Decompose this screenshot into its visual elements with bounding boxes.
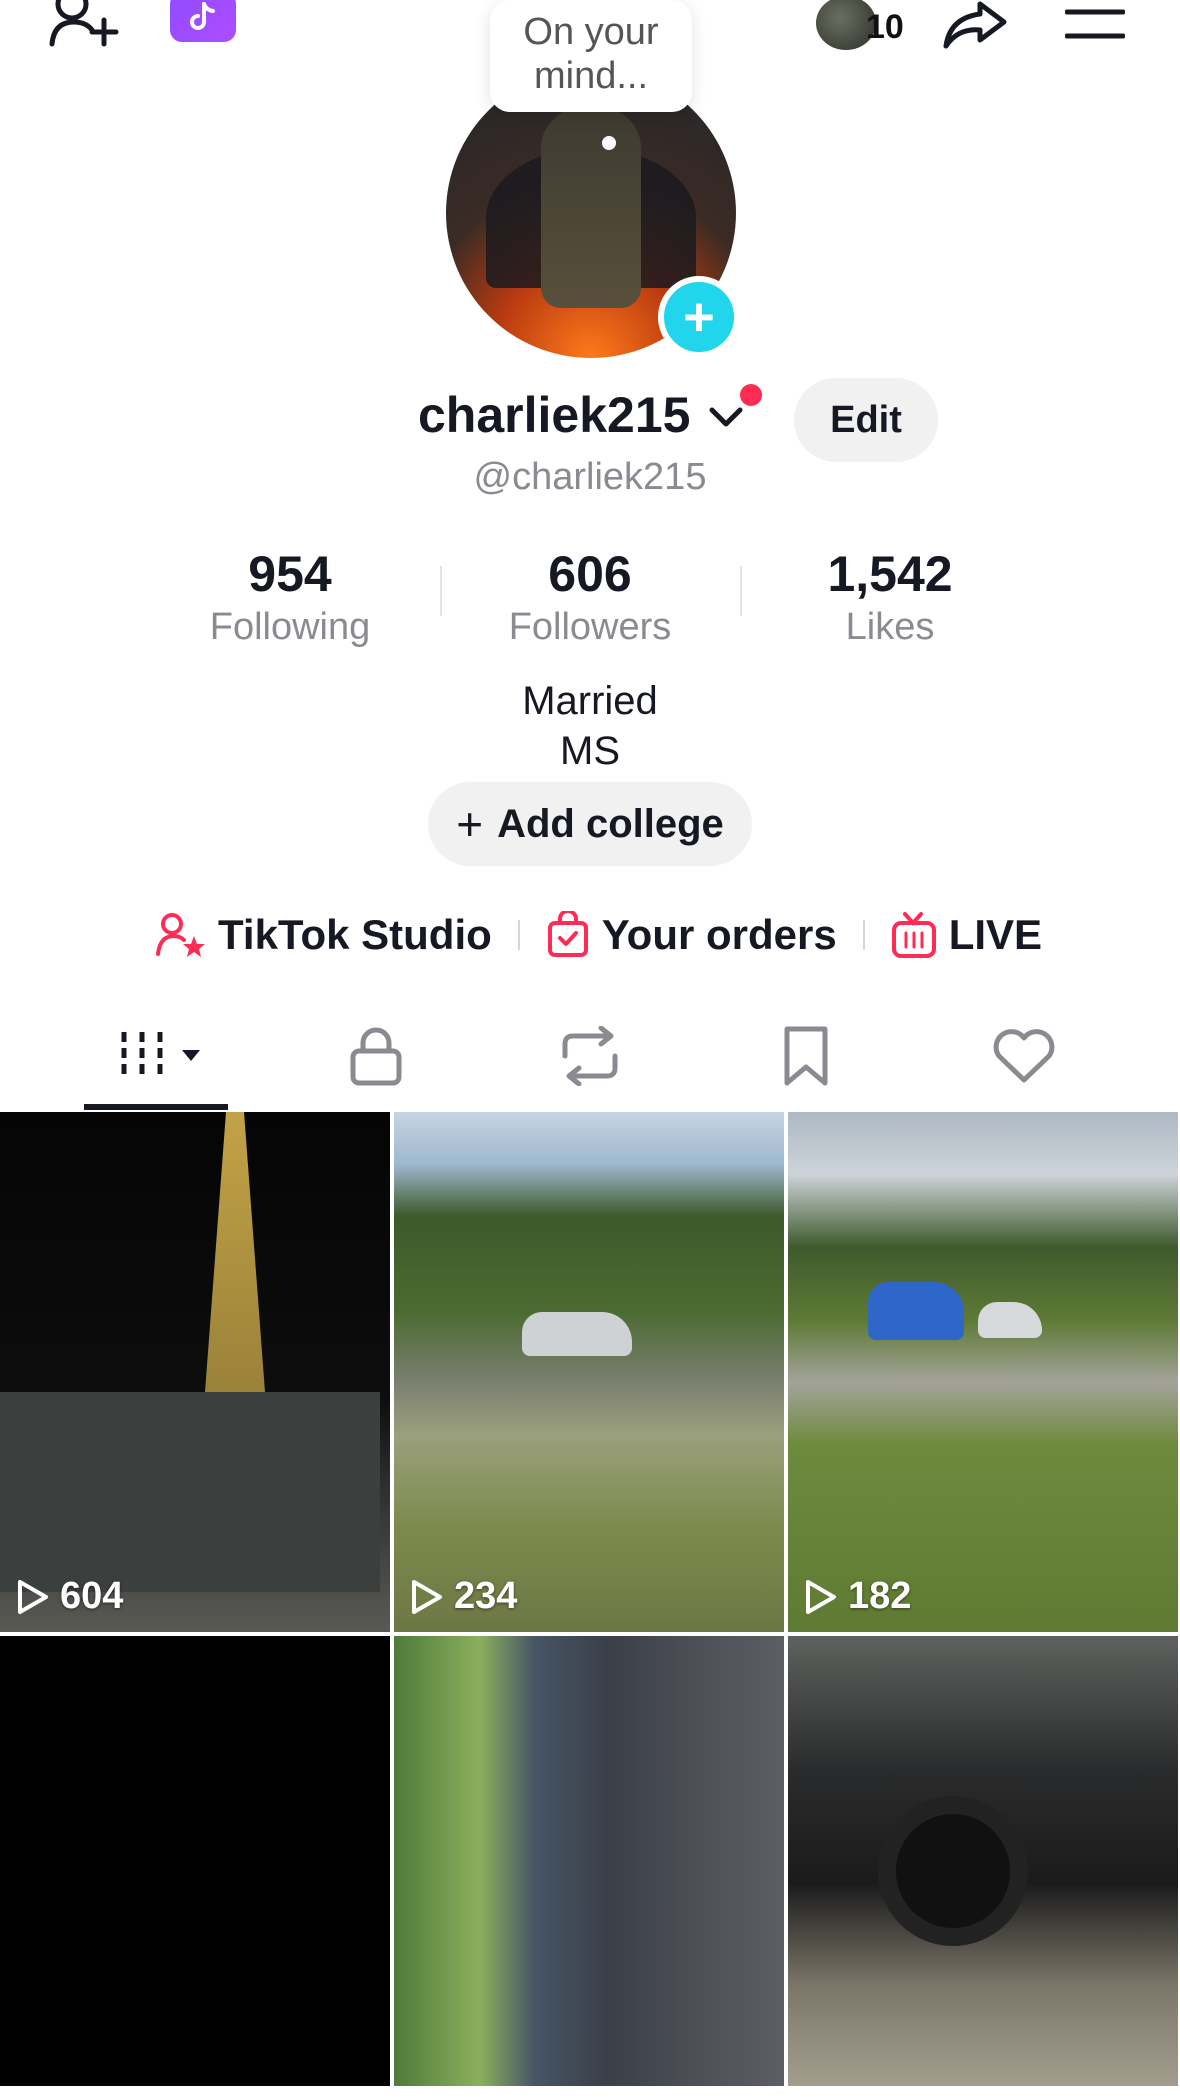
- thought-bubble[interactable]: On your mind...: [490, 0, 692, 112]
- tiktok-studio-link[interactable]: TikTok Studio: [156, 911, 492, 959]
- heart-icon: [993, 1029, 1055, 1083]
- likes-label: Likes: [845, 606, 935, 648]
- add-friend-icon[interactable]: [44, 0, 124, 52]
- stat-followers[interactable]: 606 Followers: [460, 544, 720, 650]
- bio-line-1: Married: [522, 679, 658, 723]
- followers-count: 606: [548, 546, 632, 602]
- add-avatar-plus-icon[interactable]: +: [658, 276, 740, 358]
- tiktok-app-icon[interactable]: [170, 0, 236, 42]
- video-grid-icon: [121, 1032, 200, 1078]
- video-thumbnail[interactable]: 604: [0, 1112, 390, 1632]
- friends-count-badge: 10: [866, 8, 904, 46]
- rig-base-art: [0, 1392, 380, 1592]
- link-divider: [862, 920, 865, 950]
- live-label: LIVE: [948, 911, 1043, 958]
- play-icon: [412, 1579, 442, 1614]
- thought-bubble-line1: On your: [523, 11, 659, 53]
- tab-liked[interactable]: [964, 1010, 1084, 1102]
- tab-favorites[interactable]: [746, 1010, 866, 1102]
- chevron-down-icon[interactable]: [706, 400, 746, 434]
- creator-star-icon: [156, 913, 205, 957]
- following-label: Following: [209, 606, 371, 648]
- stat-likes[interactable]: 1,542 Likes: [760, 544, 1020, 650]
- profile-links-row: TikTok Studio Your orders LIVE: [156, 900, 1042, 970]
- video-thumbnail[interactable]: 182: [788, 1112, 1178, 1632]
- stat-divider: [740, 566, 742, 616]
- view-count: 604: [16, 1575, 123, 1618]
- menu-icon[interactable]: [1060, 4, 1130, 44]
- bio-line-2: MS: [560, 729, 620, 773]
- followers-label: Followers: [508, 606, 672, 648]
- profile-tabs: [0, 1010, 1180, 1110]
- following-count: 954: [248, 546, 332, 602]
- car-art: [868, 1282, 964, 1340]
- tab-videos[interactable]: [96, 1010, 216, 1102]
- active-tab-indicator: [84, 1104, 228, 1110]
- bubble-tail: [602, 136, 616, 150]
- view-count-value: 234: [454, 1575, 518, 1617]
- repost-icon: [562, 1026, 618, 1086]
- user-handle: @charliek215: [473, 456, 707, 498]
- video-thumbnail[interactable]: [788, 1636, 1178, 2086]
- username[interactable]: charliek215: [418, 386, 690, 444]
- video-thumbnail[interactable]: [394, 1636, 784, 2086]
- plus-icon: +: [456, 798, 484, 850]
- link-divider: [517, 920, 520, 950]
- car-art: [522, 1312, 632, 1356]
- stat-divider: [440, 566, 442, 616]
- thought-bubble-line2: mind...: [533, 55, 649, 97]
- live-link[interactable]: LIVE: [891, 911, 1042, 959]
- lock-icon: [350, 1027, 402, 1086]
- share-icon[interactable]: [935, 0, 1015, 54]
- add-college-label: Add college: [497, 801, 724, 846]
- tab-private[interactable]: [316, 1010, 436, 1102]
- edit-profile-button[interactable]: Edit: [794, 378, 938, 462]
- notification-dot: [740, 384, 762, 406]
- car-art: [978, 1302, 1042, 1338]
- bookmark-icon: [784, 1026, 828, 1086]
- your-orders-link[interactable]: Your orders: [546, 911, 837, 959]
- likes-count: 1,542: [827, 546, 953, 602]
- shopping-bag-icon: [547, 911, 588, 957]
- tab-reposts[interactable]: [530, 1010, 650, 1102]
- tiktok-studio-label: TikTok Studio: [218, 911, 492, 958]
- live-tv-icon: [891, 912, 936, 958]
- play-icon: [806, 1579, 836, 1614]
- view-count-value: 182: [848, 1575, 912, 1617]
- video-thumbnail[interactable]: 234: [394, 1112, 784, 1632]
- view-count: 234: [410, 1575, 517, 1618]
- your-orders-label: Your orders: [601, 911, 837, 958]
- add-college-button[interactable]: + Add college: [428, 782, 752, 866]
- view-count: 182: [804, 1575, 911, 1618]
- view-count-value: 604: [60, 1575, 124, 1617]
- avatar-art-figure: [541, 108, 641, 308]
- play-icon: [18, 1579, 48, 1614]
- video-thumbnail[interactable]: [0, 1636, 390, 2086]
- truck-wheel-art: [878, 1796, 1028, 1946]
- stat-following[interactable]: 954 Following: [160, 544, 420, 650]
